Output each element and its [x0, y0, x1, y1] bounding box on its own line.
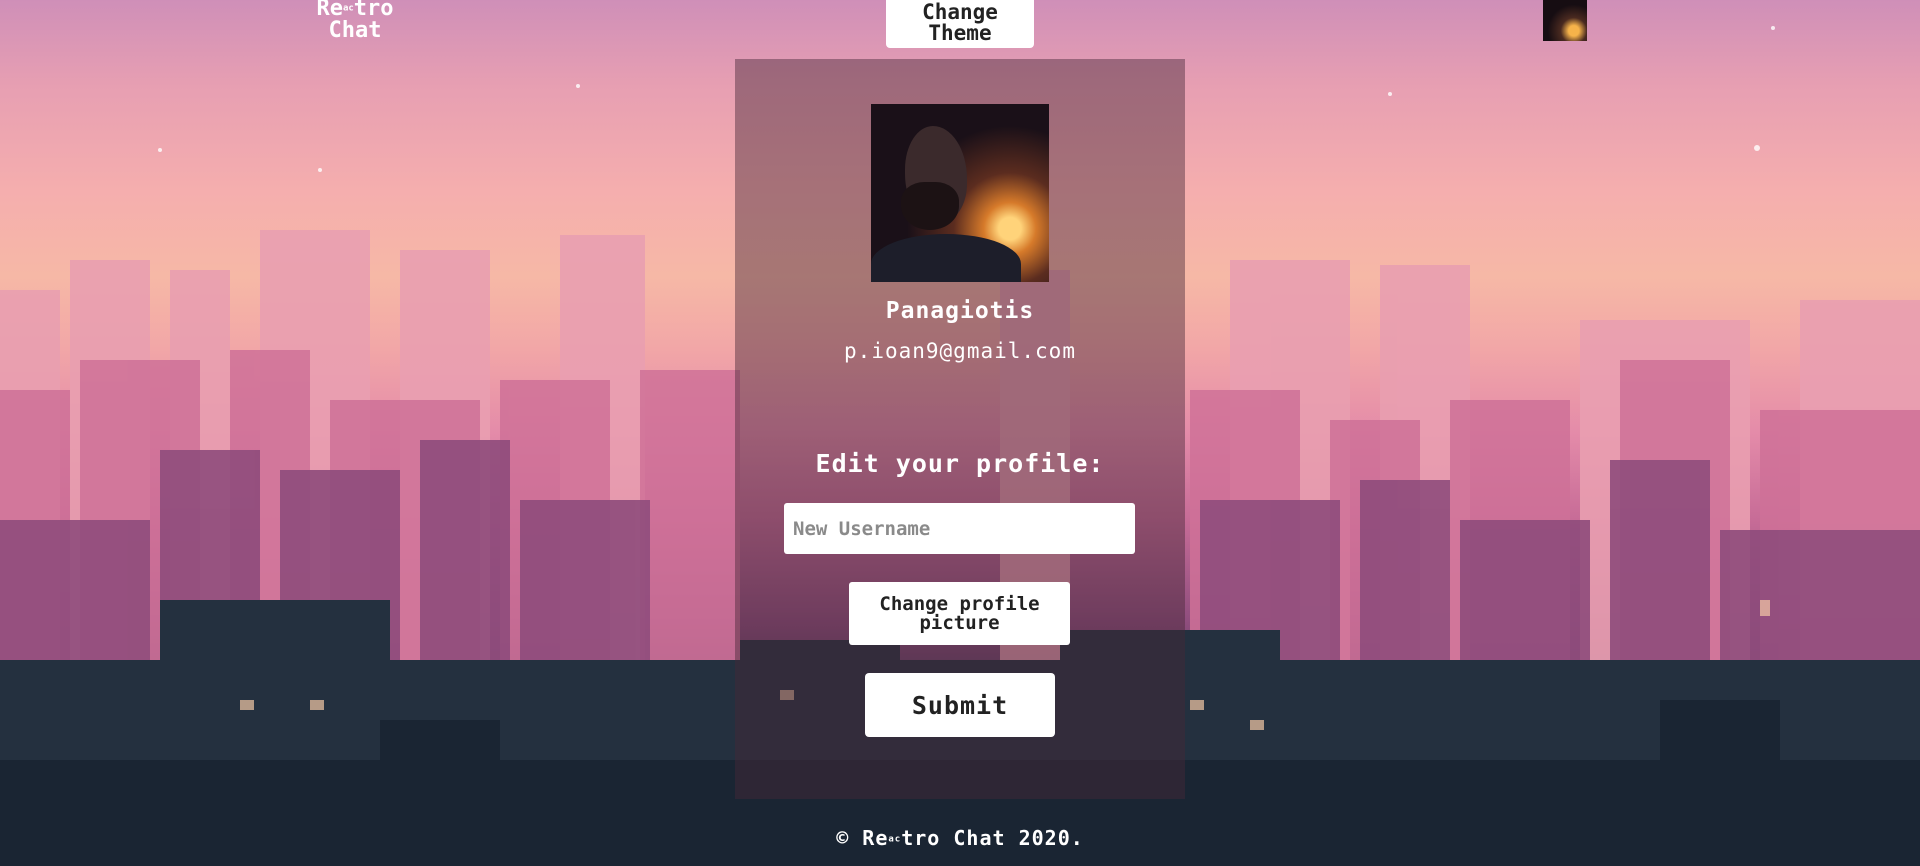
logo-part-ac: ac [342, 3, 354, 14]
footer-copyright: © Reactro Chat 2020. [735, 826, 1185, 850]
profile-username: Panagiotis [885, 298, 1035, 324]
theme-button-line1: Change [922, 0, 998, 24]
theme-button-line2: Theme [928, 21, 992, 45]
logo-line-chat: Chat [328, 17, 382, 43]
footer-prefix: © Re [836, 826, 889, 850]
app-logo[interactable]: Reactro Chat [296, 0, 414, 41]
photo-shoulder-shape [871, 234, 1021, 282]
profile-photo [871, 104, 1049, 282]
change-profile-picture-button[interactable]: Change profile picture [849, 582, 1070, 645]
photo-beard-shape [901, 182, 959, 230]
submit-button[interactable]: Submit [865, 673, 1055, 737]
footer-sub: ac [888, 834, 902, 845]
new-username-input[interactable] [784, 503, 1135, 554]
change-theme-button[interactable]: Change Theme [886, 0, 1034, 48]
user-avatar-icon[interactable] [1543, 0, 1587, 41]
profile-email: p.ioan9@gmail.com [844, 339, 1076, 363]
footer-suffix: tro Chat 2020. [901, 826, 1084, 850]
edit-profile-title: Edit your profile: [815, 449, 1105, 478]
